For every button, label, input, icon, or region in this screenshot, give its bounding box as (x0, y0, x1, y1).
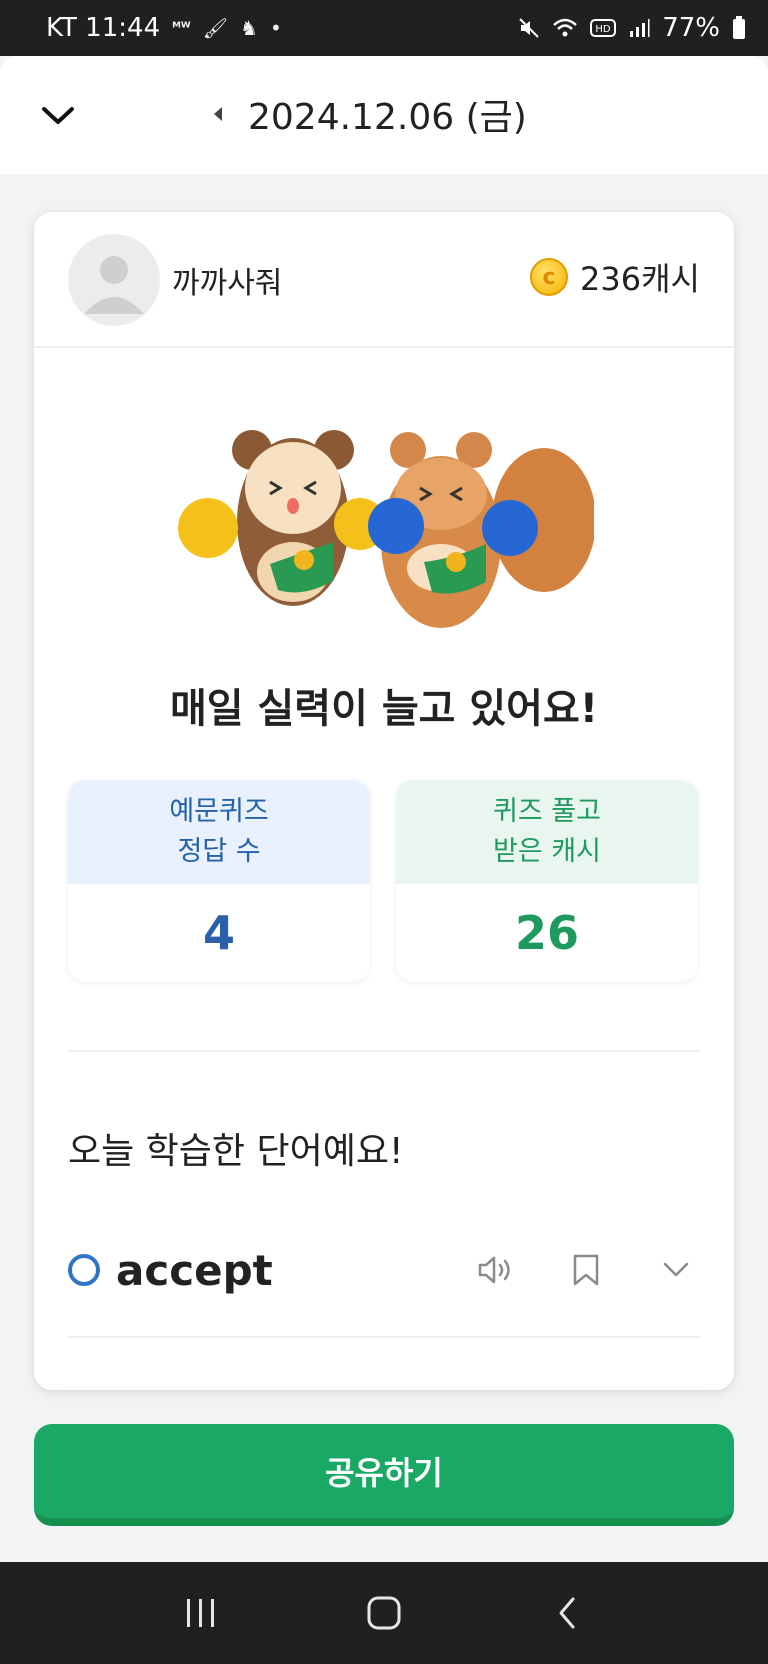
speaker-button[interactable] (472, 1246, 520, 1294)
date-navigator: 2024.12.06 (금) (210, 86, 527, 142)
recent-apps-icon (187, 1599, 215, 1627)
carrier-time: KT 11:44 (46, 13, 161, 43)
bookmark-button[interactable] (562, 1246, 610, 1294)
word-row[interactable]: accept (68, 1232, 700, 1308)
system-nav-bar (0, 1562, 768, 1664)
hd-icon: HD (590, 19, 617, 37)
avatar[interactable] (68, 234, 160, 326)
caret-left-icon (214, 107, 222, 121)
chevron-down-icon (663, 1262, 689, 1277)
chevron-down-icon (42, 107, 74, 124)
bookmark-icon (573, 1254, 599, 1286)
status-left: KT 11:44 ᴹᵂ 🖌 ♞ • (46, 13, 282, 43)
stat-correct-answers: 예문퀴즈 정답 수 4 (68, 780, 370, 982)
divider (68, 1336, 700, 1338)
notification-icon-2: ♞ (240, 16, 258, 40)
recent-apps-button[interactable] (171, 1583, 231, 1643)
profile-header: 까까사줘 c 236캐시 (34, 212, 734, 348)
stat-value: 4 (68, 884, 370, 982)
mw-icon: ᴹᵂ (172, 20, 191, 36)
stat-earned-cash: 퀴즈 풀고 받은 캐시 26 (396, 780, 698, 982)
stat-value: 26 (396, 884, 698, 982)
stat-label-line2: 받은 캐시 (493, 836, 601, 867)
cash-balance: c 236캐시 (530, 254, 700, 300)
stat-label-line1: 예문퀴즈 (169, 796, 269, 827)
summary-card: 까까사줘 c 236캐시 매일 실력이 늘고 있어요! 예문퀴즈 정답 수 4 … (34, 212, 734, 1390)
mute-icon (519, 18, 539, 38)
stat-label: 퀴즈 풀고 받은 캐시 (396, 780, 698, 884)
nickname: 까까사줘 (172, 266, 283, 301)
app-bar: 2024.12.06 (금) (0, 56, 768, 174)
correct-mark-icon (68, 1254, 100, 1286)
divider (68, 1050, 700, 1052)
word-actions (472, 1246, 700, 1294)
date-title: 2024.12.06 (금) (248, 97, 527, 138)
stat-label-line2: 정답 수 (177, 836, 261, 867)
expand-button[interactable] (652, 1246, 700, 1294)
cheering-characters-illustration (178, 430, 594, 628)
cash-amount: 236캐시 (580, 260, 700, 298)
word-text: accept (116, 1245, 273, 1295)
stat-label-line1: 퀴즈 풀고 (493, 796, 601, 827)
signal-icon (630, 19, 650, 37)
home-button[interactable] (354, 1583, 414, 1643)
home-icon (367, 1596, 401, 1630)
back-button[interactable] (537, 1583, 597, 1643)
status-right: HD 77% (518, 13, 746, 43)
battery-percent: 77% (662, 13, 720, 43)
collapse-button[interactable] (36, 94, 80, 138)
share-button[interactable]: 공유하기 (34, 1424, 734, 1526)
speaker-icon (478, 1256, 510, 1284)
dot-icon: • (269, 16, 282, 40)
wifi-icon (553, 18, 578, 37)
stat-label: 예문퀴즈 정답 수 (68, 780, 370, 884)
previous-date-button[interactable] (210, 104, 226, 124)
notification-icon: 🖌 (202, 16, 228, 40)
battery-icon (733, 16, 745, 39)
section-title: 오늘 학습한 단어예요! (68, 1131, 404, 1172)
svg-text:HD: HD (596, 24, 612, 35)
user-icon (84, 256, 144, 314)
coin-icon: c (530, 258, 569, 296)
headline: 매일 실력이 늘고 있어요! (169, 686, 599, 732)
back-icon (559, 1597, 575, 1629)
status-bar: KT 11:44 ᴹᵂ 🖌 ♞ • HD 77% (0, 0, 768, 56)
